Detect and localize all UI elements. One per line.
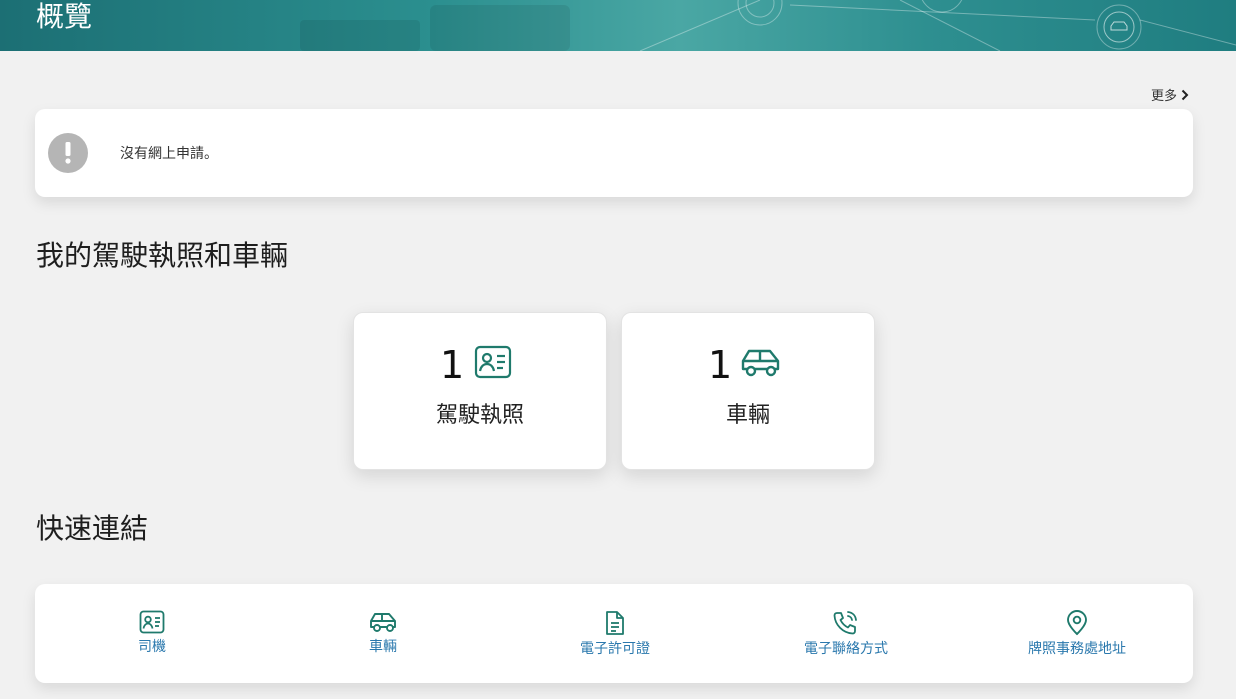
header-banner: 概覽 [0, 0, 1236, 51]
quick-link-driver[interactable]: 司機 [52, 610, 252, 656]
more-link-label: 更多 [1151, 89, 1178, 104]
licenses-section-title: 我的駕駛執照和車輛 [36, 239, 289, 272]
banner-decoration [300, 0, 1236, 51]
vehicle-card[interactable]: 1 車輛 [621, 312, 875, 470]
quick-link-label: 電子聯絡方式 [804, 641, 888, 657]
quick-link-office-address[interactable]: 牌照事務處地址 [977, 610, 1177, 658]
quick-links-panel: 司機 車輛 電子許可證 電子聯絡方式 牌照事務處地址 [35, 584, 1193, 683]
id-card-icon [139, 610, 165, 634]
driving-license-card[interactable]: 1 駕駛執照 [353, 312, 607, 470]
page-title: 概覽 [36, 0, 93, 33]
car-icon [740, 345, 782, 383]
quick-link-vehicle[interactable]: 車輛 [283, 610, 483, 656]
quick-link-label: 牌照事務處地址 [1028, 641, 1126, 657]
document-icon [604, 610, 626, 636]
quick-link-label: 司機 [138, 639, 166, 655]
vehicle-label: 車輛 [725, 403, 770, 428]
quick-link-e-contact[interactable]: 電子聯絡方式 [746, 610, 946, 658]
quick-link-label: 車輛 [369, 639, 397, 655]
vehicle-count: 1 [708, 343, 733, 387]
no-applications-message: 沒有網上申請。 [120, 146, 218, 162]
more-link[interactable]: 更多 [1151, 85, 1189, 104]
applications-notice-card: 沒有網上申請。 [35, 109, 1193, 197]
driving-license-count: 1 [440, 343, 465, 387]
id-card-icon [474, 345, 512, 383]
exclamation-icon [48, 133, 88, 173]
phone-icon [832, 610, 860, 636]
quick-link-label: 電子許可證 [580, 641, 650, 657]
location-pin-icon [1065, 610, 1089, 636]
driving-license-label: 駕駛執照 [435, 403, 524, 428]
quick-link-e-permit[interactable]: 電子許可證 [515, 610, 715, 658]
car-icon [369, 610, 397, 634]
chevron-right-icon [1181, 89, 1189, 101]
quick-links-title: 快速連結 [36, 512, 149, 545]
